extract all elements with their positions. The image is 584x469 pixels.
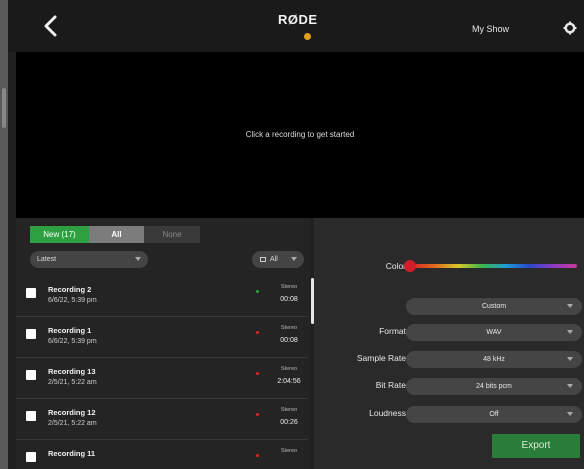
recording-date: 2/5/21, 5:22 am: [48, 379, 97, 386]
status-dot-icon: [256, 372, 259, 375]
filter-new-button[interactable]: New (17): [30, 226, 89, 243]
recording-name: Recording 11: [48, 449, 96, 458]
video-player-area[interactable]: Click a recording to get started: [16, 52, 584, 218]
format-select-value: WAV: [486, 329, 502, 336]
type-filter-value: All: [270, 256, 278, 263]
recording-channels: Stereo: [280, 284, 298, 290]
chevron-down-icon: [291, 257, 297, 261]
chevron-down-icon: [567, 412, 573, 416]
selection-filter-group: New (17) All None: [30, 226, 200, 243]
filter-none-button[interactable]: None: [144, 226, 200, 243]
recording-row[interactable]: Recording 13 2/5/21, 5:22 am Stereo 2:04:56: [16, 358, 308, 399]
recording-list[interactable]: Recording 2 6/6/22, 5:39 pm Stereo 00:08 Rec…: [16, 276, 308, 469]
recording-name: Recording 1: [48, 326, 92, 335]
format-label: Format: [379, 326, 406, 336]
recording-row[interactable]: Recording 12 2/5/21, 5:22 am Stereo 00:26: [16, 399, 308, 440]
color-label: Color: [385, 261, 406, 271]
recording-checkbox[interactable]: [26, 288, 36, 298]
recording-channels: Stereo: [280, 448, 298, 454]
recording-date: 2/5/21, 5:22 am: [48, 420, 97, 427]
recordings-panel: New (17) All None Latest All Recording 2…: [16, 218, 314, 469]
bit-rate-select[interactable]: 24 bits pcm: [406, 378, 582, 395]
show-name[interactable]: My Show: [472, 24, 509, 34]
recording-date: 6/6/22, 5:39 pm: [48, 297, 97, 304]
recording-duration: 2:04:56: [277, 378, 301, 385]
sample-rate-select-value: 48 kHz: [483, 356, 505, 363]
preset-select-value: Custom: [481, 303, 507, 310]
loudness-select[interactable]: Off: [406, 406, 582, 423]
loudness-select-value: Off: [489, 411, 499, 418]
format-select[interactable]: WAV: [406, 324, 582, 341]
recording-duration: 00:26: [280, 419, 298, 426]
export-settings-panel: Color Custom Format WAV Sample Rate 48 k…: [314, 218, 584, 469]
recording-row[interactable]: Recording 11 Stereo: [16, 440, 308, 469]
recording-date: 6/6/22, 5:39 pm: [48, 338, 97, 345]
recording-name: Recording 2: [48, 285, 92, 294]
type-filter-dropdown[interactable]: All: [252, 251, 304, 268]
sample-rate-label: Sample Rate: [356, 353, 406, 363]
color-slider-handle[interactable]: [404, 260, 416, 272]
export-button[interactable]: Export: [492, 434, 580, 458]
filter-icon: [260, 257, 266, 262]
chevron-down-icon: [567, 304, 573, 308]
loudness-label: Loudness: [369, 408, 406, 418]
sort-dropdown-value: Latest: [37, 256, 57, 263]
color-slider-track[interactable]: [411, 264, 577, 268]
chevron-down-icon: [135, 257, 141, 261]
recording-channels: Stereo: [280, 366, 298, 372]
status-dot-icon: [256, 331, 259, 334]
app-window: RØDE My Show Click a recording to get st…: [8, 0, 584, 469]
recording-checkbox[interactable]: [26, 411, 36, 421]
logo-dot-icon: [304, 33, 311, 40]
gear-icon[interactable]: [563, 21, 577, 35]
chevron-down-icon: [567, 384, 573, 388]
recording-name: Recording 12: [48, 408, 96, 417]
recording-checkbox[interactable]: [26, 452, 36, 462]
sort-dropdown[interactable]: Latest: [30, 251, 148, 268]
sample-rate-select[interactable]: 48 kHz: [406, 351, 582, 368]
recording-duration: 00:08: [280, 296, 298, 303]
top-bar: RØDE My Show: [8, 0, 584, 52]
recording-checkbox[interactable]: [26, 370, 36, 380]
filter-all-button[interactable]: All: [89, 226, 144, 243]
recording-channels: Stereo: [280, 325, 298, 331]
status-dot-icon: [256, 413, 259, 416]
recording-duration: 00:08: [280, 337, 298, 344]
recording-channels: Stereo: [280, 407, 298, 413]
bit-rate-label: Bit Rate: [375, 380, 406, 390]
rode-logo: RØDE: [278, 12, 318, 27]
chevron-down-icon: [567, 357, 573, 361]
preset-select[interactable]: Custom: [406, 298, 582, 315]
player-empty-message: Click a recording to get started: [245, 130, 355, 139]
device-bezel: [0, 0, 8, 469]
recording-row[interactable]: Recording 1 6/6/22, 5:39 pm Stereo 00:08: [16, 317, 308, 358]
back-arrow-icon[interactable]: [40, 14, 62, 38]
bit-rate-select-value: 24 bits pcm: [476, 383, 512, 390]
status-dot-icon: [256, 290, 259, 293]
recording-row[interactable]: Recording 2 6/6/22, 5:39 pm Stereo 00:08: [16, 276, 308, 317]
bezel-notch: [2, 88, 6, 128]
recording-name: Recording 13: [48, 367, 96, 376]
recording-checkbox[interactable]: [26, 329, 36, 339]
chevron-down-icon: [567, 330, 573, 334]
status-dot-icon: [256, 454, 259, 457]
